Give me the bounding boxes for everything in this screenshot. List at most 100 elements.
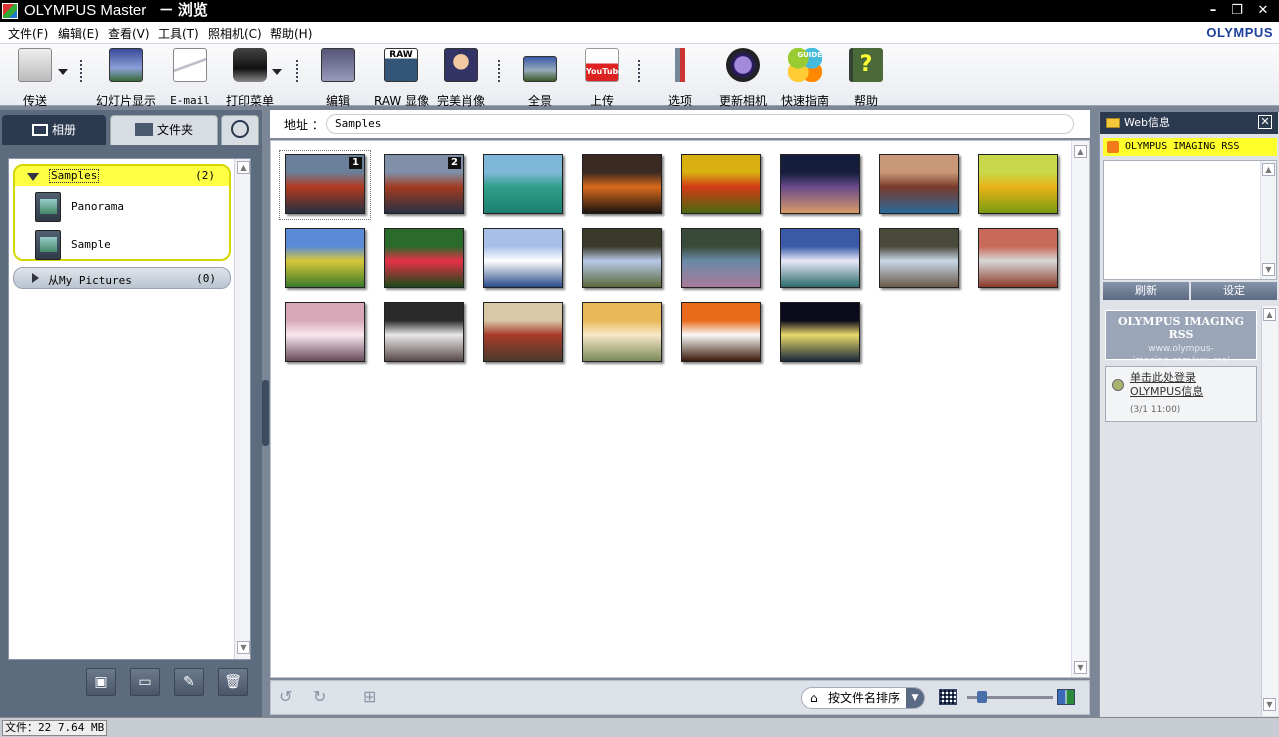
new-folder-icon: ▭ bbox=[138, 674, 152, 690]
menu-tools[interactable]: 工具(T) bbox=[158, 25, 199, 42]
feed-header: OLYMPUS IMAGING RSS www.olympus-imaging.… bbox=[1105, 310, 1257, 366]
web-info-panel: Web信息 ✕ OLYMPUS IMAGING RSS ▲ ▼ 刷新 设定 OL… bbox=[1099, 112, 1279, 717]
scroll-up-icon[interactable]: ▲ bbox=[237, 161, 250, 174]
expand-arrow-icon[interactable] bbox=[27, 173, 39, 181]
toolbar-separator bbox=[638, 60, 640, 82]
photo-thumbnail[interactable] bbox=[285, 302, 365, 362]
email-button[interactable]: E-mail bbox=[168, 48, 212, 107]
options-button[interactable]: 选项 bbox=[660, 48, 700, 107]
photo-thumbnail[interactable]: 2 bbox=[384, 154, 464, 214]
photo-thumbnail[interactable] bbox=[582, 154, 662, 214]
large-grid-icon[interactable] bbox=[1057, 689, 1075, 705]
settings-button[interactable]: 设定 bbox=[1191, 282, 1277, 300]
photo-thumbnail[interactable] bbox=[483, 302, 563, 362]
print-menu-button[interactable]: 打印菜单 bbox=[222, 48, 278, 107]
feed-item-link[interactable]: 单击此处登录 OLYMPUS信息 bbox=[1130, 371, 1256, 399]
scroll-up-icon[interactable]: ▲ bbox=[1074, 145, 1087, 158]
photo-thumbnail[interactable] bbox=[483, 228, 563, 288]
photo-thumbnail[interactable]: 1 bbox=[285, 154, 365, 214]
photo-thumbnail[interactable] bbox=[681, 154, 761, 214]
menu-file[interactable]: 文件(F) bbox=[8, 25, 48, 42]
youtube-icon: YouTube bbox=[585, 48, 624, 82]
scroll-down-icon[interactable]: ▼ bbox=[237, 641, 250, 654]
print-dropdown-icon[interactable] bbox=[272, 69, 282, 75]
slideshow-button[interactable]: 幻灯片显示 bbox=[96, 48, 156, 107]
scroll-up-icon[interactable]: ▲ bbox=[1262, 163, 1275, 176]
photo-thumbnail[interactable] bbox=[978, 228, 1058, 288]
perfect-portrait-button[interactable]: 完美肖像 bbox=[436, 48, 486, 107]
tab-album[interactable]: 相册 bbox=[2, 115, 106, 145]
scroll-down-icon[interactable]: ▼ bbox=[1074, 661, 1087, 674]
upload-button[interactable]: YouTube 上传 bbox=[580, 48, 624, 107]
photo-thumbnail[interactable] bbox=[681, 302, 761, 362]
web-info-scrollbar[interactable]: ▲ ▼ bbox=[1261, 306, 1278, 716]
photo-thumbnail[interactable] bbox=[978, 154, 1058, 214]
album-scrollbar[interactable]: ▲ ▼ bbox=[234, 159, 250, 659]
help-book-icon: ? bbox=[849, 48, 883, 82]
restore-button[interactable]: ❐ bbox=[1228, 2, 1246, 20]
panel-collapse-handle[interactable] bbox=[262, 380, 269, 446]
photo-thumbnail[interactable] bbox=[483, 154, 563, 214]
photo-thumbnail[interactable] bbox=[582, 228, 662, 288]
thumbnail-size-slider[interactable] bbox=[967, 691, 1053, 703]
photo-thumbnail[interactable] bbox=[780, 228, 860, 288]
menu-view[interactable]: 查看(V) bbox=[108, 25, 150, 42]
album-samples-header[interactable]: Samples (2) bbox=[15, 166, 229, 186]
feed-item[interactable]: 单击此处登录 OLYMPUS信息 (3/1 11:00) bbox=[1105, 366, 1257, 422]
slider-knob[interactable] bbox=[977, 691, 987, 703]
small-grid-icon[interactable] bbox=[939, 689, 957, 705]
rename-button[interactable]: ✎ bbox=[174, 668, 204, 696]
photo-thumbnail[interactable] bbox=[384, 228, 464, 288]
tab-folder[interactable]: 文件夹 bbox=[110, 115, 218, 145]
toolbar-separator bbox=[80, 60, 82, 82]
sort-dropdown[interactable]: ⌂ 按文件名排序 ▼ bbox=[801, 687, 925, 709]
panorama-button[interactable]: 全景 bbox=[516, 48, 564, 107]
rotate-right-icon[interactable]: ↻ bbox=[313, 687, 337, 709]
menu-camera[interactable]: 照相机(C) bbox=[208, 25, 262, 42]
close-icon[interactable]: ✕ bbox=[1258, 115, 1272, 129]
tab-calendar[interactable] bbox=[221, 115, 259, 145]
clover-guide-icon: GUIDE bbox=[788, 48, 822, 82]
quick-guide-button[interactable]: GUIDE 快速指南 bbox=[778, 48, 832, 107]
new-album-icon: ▣ bbox=[94, 674, 108, 690]
photo-thumbnail[interactable] bbox=[879, 228, 959, 288]
new-smart-album-button[interactable]: ▭ bbox=[130, 668, 160, 696]
photo-thumbnail[interactable] bbox=[681, 228, 761, 288]
help-button[interactable]: ? 帮助 bbox=[846, 48, 886, 107]
chevron-down-icon[interactable]: ▼ bbox=[906, 688, 924, 708]
new-album-button[interactable]: ▣ bbox=[86, 668, 116, 696]
album-my-pictures[interactable]: 从My Pictures (0) bbox=[13, 267, 231, 289]
photo-thumbnail[interactable] bbox=[780, 154, 860, 214]
refresh-button[interactable]: 刷新 bbox=[1103, 282, 1189, 300]
edit-button[interactable]: 编辑 bbox=[316, 48, 360, 107]
scroll-up-icon[interactable]: ▲ bbox=[1263, 308, 1276, 321]
menu-help[interactable]: 帮助(H) bbox=[270, 25, 312, 42]
portrait-icon bbox=[444, 48, 478, 82]
update-camera-button[interactable]: 更新相机 bbox=[716, 48, 770, 107]
close-button[interactable]: ✕ bbox=[1254, 2, 1272, 20]
raw-develop-button[interactable]: RAW RAW 显像 bbox=[374, 48, 429, 107]
album-samples[interactable]: Samples (2) Panorama Sample bbox=[13, 164, 231, 261]
toolbar-separator bbox=[498, 60, 500, 82]
photo-thumbnail[interactable] bbox=[285, 228, 365, 288]
rotate-left-icon[interactable]: ↺ bbox=[279, 687, 303, 709]
menu-edit[interactable]: 编辑(E) bbox=[58, 25, 99, 42]
rss-scrollbar[interactable]: ▲ ▼ bbox=[1260, 161, 1276, 279]
viewer-scrollbar[interactable]: ▲ ▼ bbox=[1071, 141, 1089, 677]
scroll-down-icon[interactable]: ▼ bbox=[1262, 263, 1275, 276]
expand-arrow-icon[interactable] bbox=[32, 273, 39, 283]
rss-feed-selector[interactable]: OLYMPUS IMAGING RSS bbox=[1103, 138, 1277, 156]
scroll-down-icon[interactable]: ▼ bbox=[1263, 698, 1276, 711]
photo-thumbnail[interactable] bbox=[780, 302, 860, 362]
minimize-button[interactable]: – bbox=[1204, 2, 1222, 20]
delete-button[interactable]: 🗑 bbox=[218, 668, 248, 696]
photo-thumbnail[interactable] bbox=[384, 302, 464, 362]
photo-thumbnail[interactable] bbox=[582, 302, 662, 362]
photo-album-icon bbox=[35, 192, 61, 222]
window-title: OLYMPUS Master － 浏览 bbox=[24, 2, 208, 19]
transfer-dropdown-icon[interactable] bbox=[58, 69, 68, 75]
transfer-button[interactable]: 传送 bbox=[10, 48, 60, 107]
add-to-album-icon[interactable]: ⊞ bbox=[363, 687, 387, 709]
address-field[interactable]: Samples bbox=[326, 114, 1074, 134]
photo-thumbnail[interactable] bbox=[879, 154, 959, 214]
